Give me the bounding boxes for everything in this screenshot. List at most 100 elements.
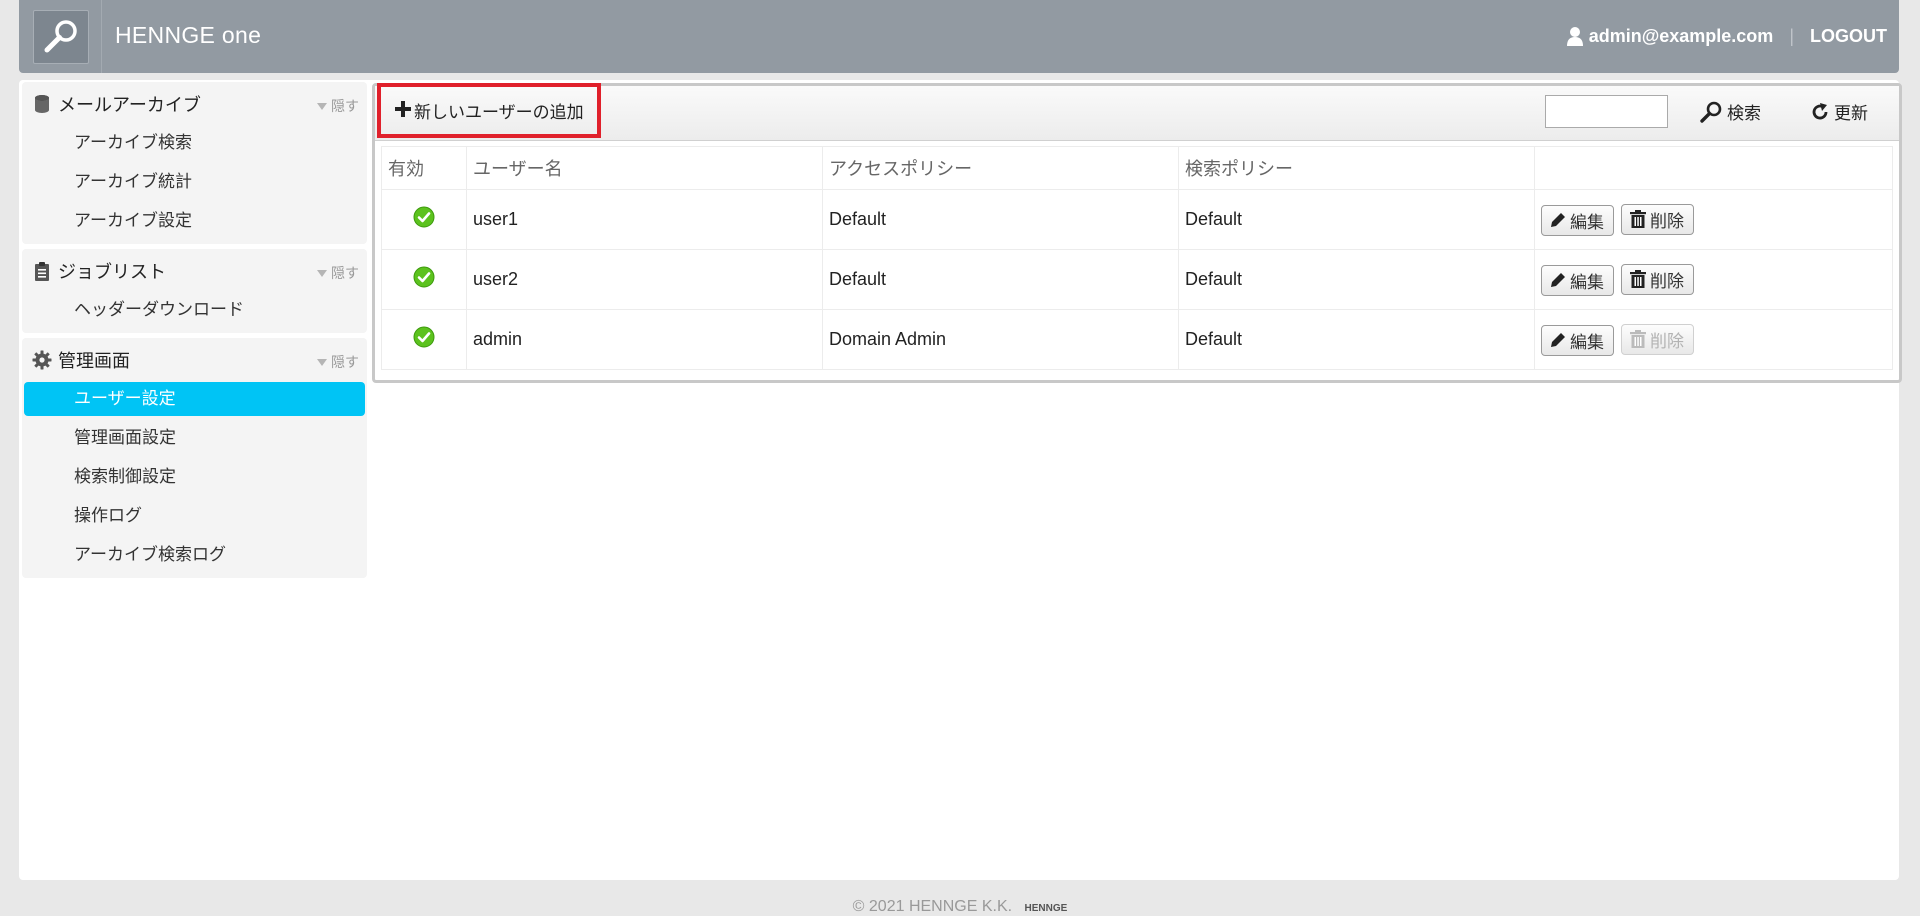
sidebar-section-job-list: ジョブリスト 隠す ヘッダーダウンロード [22, 249, 367, 333]
trash-icon [1630, 210, 1647, 228]
table-row: user1 Default Default 編集 削除 [381, 189, 1893, 250]
edit-label: 編集 [1570, 212, 1604, 233]
magnifier-logo-icon [44, 20, 77, 53]
delete-label: 削除 [1650, 271, 1685, 292]
status-cell [381, 189, 467, 250]
main-container: メールアーカイブ 隠す アーカイブ検索 アーカイブ統計 アーカイブ設定 ジョブリ… [19, 80, 1902, 880]
delete-button[interactable]: 削除 [1621, 263, 1695, 295]
status-cell [381, 309, 467, 370]
hide-label: 隠す [331, 266, 359, 282]
brand-suffix: one [221, 22, 262, 48]
sidebar-section-header: メールアーカイブ 隠す [22, 82, 367, 126]
search-icon [1699, 100, 1723, 124]
sidebar-section-mail-archive: メールアーカイブ 隠す アーカイブ検索 アーカイブ統計 アーカイブ設定 [22, 82, 367, 244]
pencil-icon [1550, 212, 1566, 228]
delete-label: 削除 [1650, 331, 1685, 352]
sidebar-item-search-control[interactable]: 検索制御設定 [24, 460, 365, 494]
access-policy-cell: Default [822, 249, 1179, 310]
hide-label: 隠す [331, 99, 359, 115]
users-table: 有効 ユーザー名 アクセスポリシー 検索ポリシー user1 Default D… [381, 146, 1893, 370]
sidebar-item-archive-search-log[interactable]: アーカイブ検索ログ [24, 538, 365, 572]
delete-label: 削除 [1650, 211, 1685, 232]
column-header-actions [1534, 146, 1893, 190]
pencil-icon [1550, 332, 1566, 348]
triangle-down-icon [317, 269, 327, 277]
footer-logo: HENNGE [1024, 903, 1068, 914]
sidebar-hide-toggle[interactable]: 隠す [317, 96, 359, 116]
sidebar-item-header-download[interactable]: ヘッダーダウンロード [24, 293, 365, 327]
header-user-area: admin@example.com | LOGOUT [1566, 24, 1887, 48]
app-logo[interactable] [33, 10, 89, 64]
sidebar-section-header: ジョブリスト 隠す [22, 249, 367, 293]
sidebar-hide-toggle[interactable]: 隠す [317, 352, 359, 372]
triangle-down-icon [317, 102, 327, 110]
access-policy-cell: Default [822, 189, 1179, 250]
actions-cell: 編集 削除 [1534, 309, 1893, 370]
sidebar-item-admin-settings[interactable]: 管理画面設定 [24, 421, 365, 455]
edit-label: 編集 [1570, 332, 1604, 353]
clipboard-icon [32, 261, 52, 281]
plus-icon [395, 100, 411, 122]
sidebar-item-user-settings[interactable]: ユーザー設定 [24, 382, 365, 416]
username-cell: user1 [466, 189, 823, 250]
username-cell: admin [466, 309, 823, 370]
sidebar-hide-toggle[interactable]: 隠す [317, 263, 359, 283]
status-cell [381, 249, 467, 310]
search-policy-cell: Default [1178, 189, 1535, 250]
sidebar-section-title: 管理画面 [58, 351, 130, 372]
sidebar-section-header: 管理画面 隠す [22, 338, 367, 382]
edit-label: 編集 [1570, 272, 1604, 293]
logout-link[interactable]: LOGOUT [1810, 26, 1887, 47]
sidebar-item-archive-search[interactable]: アーカイブ検索 [24, 126, 365, 160]
column-header-search-policy: 検索ポリシー [1178, 146, 1535, 190]
pencil-icon [1550, 272, 1566, 288]
edit-button[interactable]: 編集 [1541, 204, 1614, 236]
sidebar-section-admin: 管理画面 隠す ユーザー設定 管理画面設定 検索制御設定 操作ログ アーカイブ検… [22, 338, 367, 578]
check-circle-icon [413, 206, 435, 228]
top-header: HENNGE one admin@example.com | LOGOUT [19, 0, 1899, 73]
logo-divider [101, 0, 102, 73]
brand-main: HENNGE [115, 22, 216, 48]
table-row: user2 Default Default 編集 削除 [381, 249, 1893, 310]
user-icon [1566, 26, 1583, 46]
trash-icon [1630, 270, 1647, 288]
copyright-text: © 2021 HENNGE K.K. [852, 898, 1013, 915]
column-header-username: ユーザー名 [466, 146, 823, 190]
sidebar-item-archive-stats[interactable]: アーカイブ統計 [24, 165, 365, 199]
table-header-row: 有効 ユーザー名 アクセスポリシー 検索ポリシー [381, 146, 1893, 190]
add-user-button[interactable]: 新しいユーザーの追加 [377, 83, 601, 138]
edit-button[interactable]: 編集 [1541, 264, 1614, 296]
gear-icon [32, 350, 52, 370]
database-icon [32, 94, 52, 114]
sidebar-item-operation-log[interactable]: 操作ログ [24, 499, 365, 533]
search-policy-cell: Default [1178, 309, 1535, 370]
delete-button[interactable]: 削除 [1621, 203, 1695, 235]
brand-name: HENNGE one [115, 22, 261, 49]
sidebar-section-title: メールアーカイブ [58, 95, 201, 116]
add-user-label: 新しいユーザーの追加 [414, 103, 584, 123]
users-panel: 新しいユーザーの追加 検索 更新 有効 ユーザー名 アクセスポリシー 検索ポリシ… [372, 83, 1902, 383]
actions-cell: 編集 削除 [1534, 189, 1893, 250]
search-input[interactable] [1545, 95, 1668, 128]
refresh-label: 更新 [1834, 104, 1868, 124]
table-row: admin Domain Admin Default 編集 削除 [381, 309, 1893, 370]
delete-button-disabled: 削除 [1621, 323, 1695, 355]
search-button[interactable]: 検索 [1699, 99, 1761, 124]
sidebar-section-title: ジョブリスト [58, 262, 166, 283]
edit-button[interactable]: 編集 [1541, 324, 1614, 356]
sidebar-item-archive-settings[interactable]: アーカイブ設定 [24, 204, 365, 238]
triangle-down-icon [317, 358, 327, 366]
trash-icon [1630, 330, 1647, 348]
hide-label: 隠す [331, 355, 359, 371]
column-header-enabled: 有効 [381, 146, 467, 190]
check-circle-icon [413, 326, 435, 348]
search-policy-cell: Default [1178, 249, 1535, 310]
search-label: 検索 [1727, 104, 1761, 124]
check-circle-icon [413, 266, 435, 288]
refresh-icon [1810, 102, 1830, 122]
refresh-button[interactable]: 更新 [1810, 99, 1868, 124]
sidebar: メールアーカイブ 隠す アーカイブ検索 アーカイブ統計 アーカイブ設定 ジョブリ… [22, 82, 367, 583]
header-separator: | [1789, 25, 1794, 46]
access-policy-cell: Domain Admin [822, 309, 1179, 370]
user-email: admin@example.com [1588, 25, 1774, 46]
